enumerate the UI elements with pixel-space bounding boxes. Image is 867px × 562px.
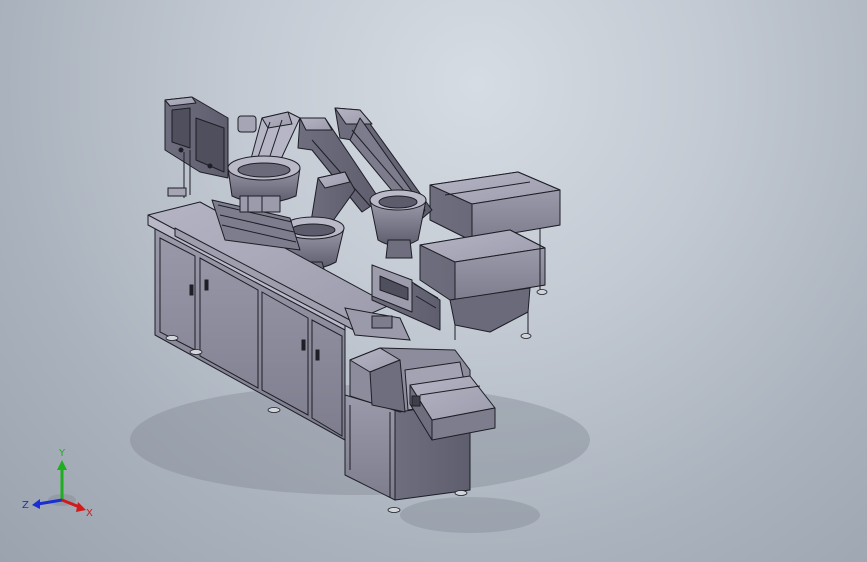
graphics-viewport[interactable]: Y X Z xyxy=(0,0,867,562)
coordinate-triad: Y X Z xyxy=(22,448,93,519)
control-panel[interactable] xyxy=(164,96,229,198)
z-axis-label: Z xyxy=(22,500,29,511)
machine-3d-model[interactable] xyxy=(0,0,867,562)
y-axis-label: Y xyxy=(58,448,66,459)
hmi-screen-left xyxy=(171,107,191,149)
x-axis-label: X xyxy=(86,508,93,519)
vibratory-bowl-right[interactable] xyxy=(369,189,427,259)
y-axis-arrow xyxy=(57,460,67,500)
